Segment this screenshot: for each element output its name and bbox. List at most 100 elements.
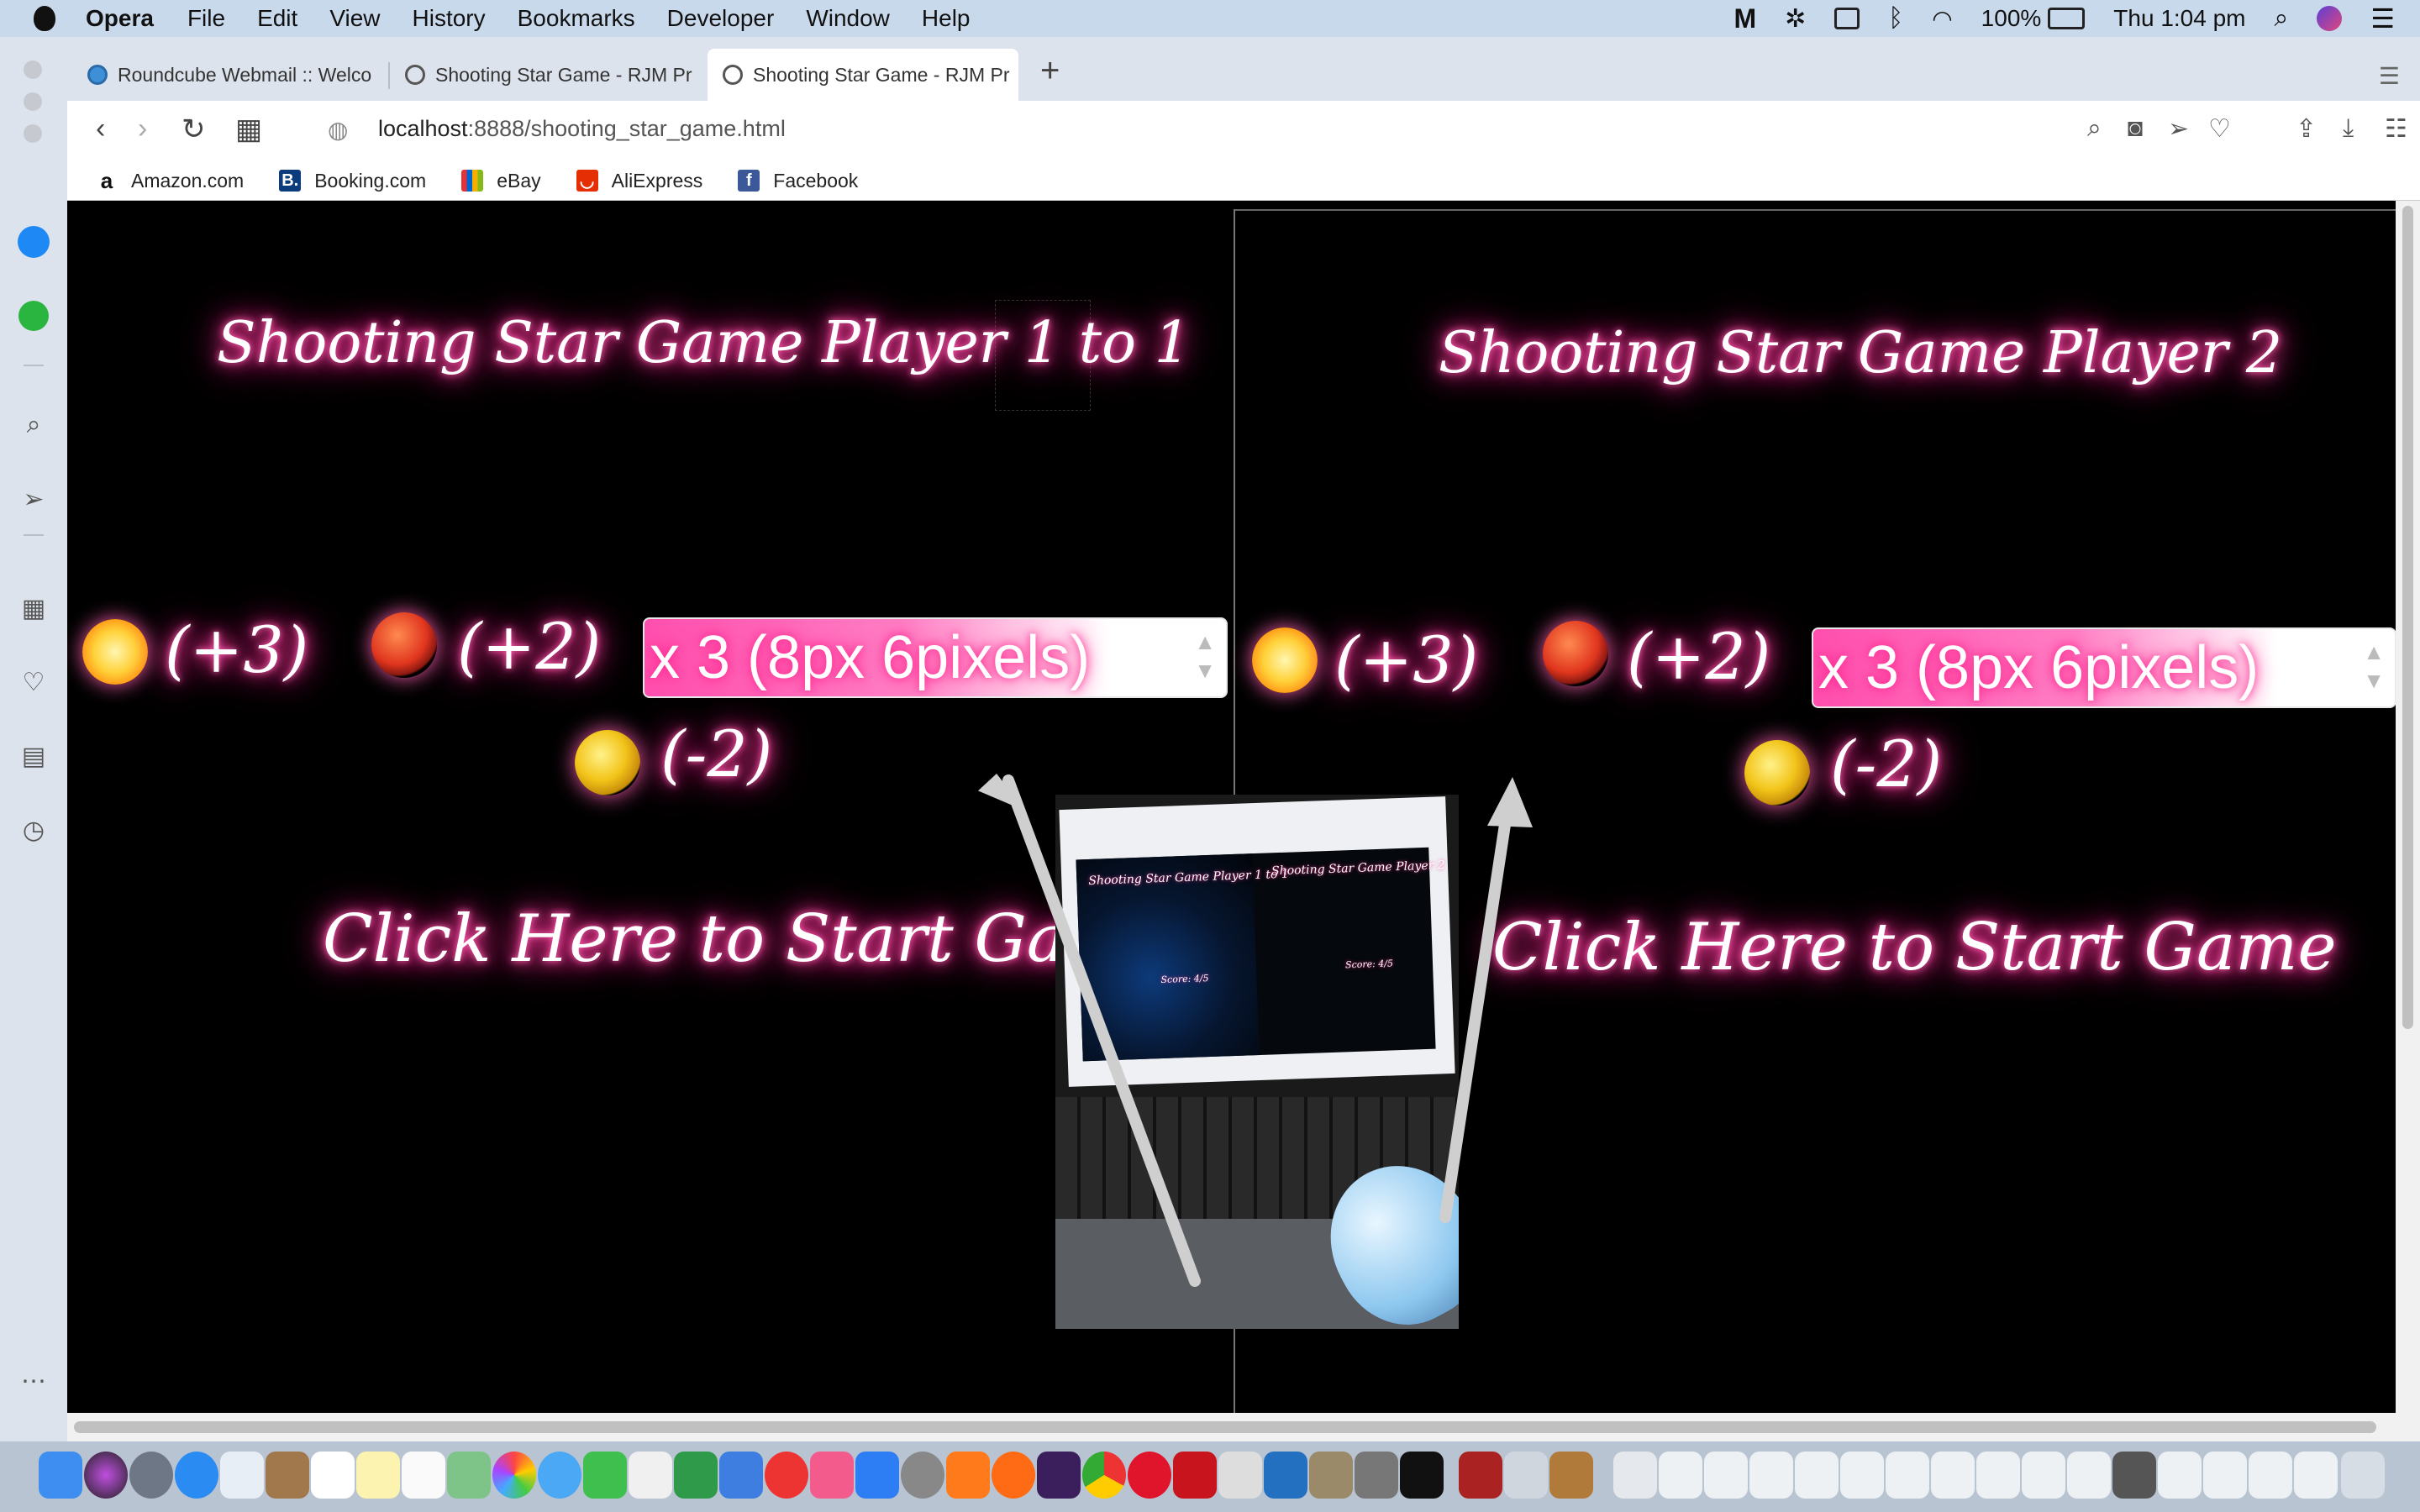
bookmark-aliexpress[interactable]: ◡ AliExpress bbox=[576, 170, 702, 192]
phpstorm-icon[interactable] bbox=[1037, 1452, 1081, 1499]
send-icon[interactable]: ➢ bbox=[2168, 114, 2189, 144]
menu-bookmarks[interactable]: Bookmarks bbox=[518, 5, 635, 32]
minimized-window-icon[interactable] bbox=[1886, 1452, 1929, 1499]
system-preferences-icon[interactable] bbox=[901, 1452, 944, 1499]
snapshot-camera-icon[interactable]: ◙ bbox=[2128, 114, 2143, 143]
filezilla-icon[interactable] bbox=[1173, 1452, 1217, 1499]
malwarebytes-icon[interactable]: M bbox=[1733, 3, 1756, 34]
back-button[interactable]: ‹ bbox=[96, 113, 105, 145]
airplay-icon[interactable] bbox=[1834, 8, 1860, 29]
minimized-window-icon[interactable] bbox=[1976, 1452, 2020, 1499]
launchpad-icon[interactable] bbox=[129, 1452, 173, 1499]
bookmark-booking[interactable]: B. Booking.com bbox=[279, 170, 426, 192]
window-zoom-button[interactable] bbox=[24, 124, 42, 143]
search-in-page-icon[interactable]: ⌕ bbox=[2087, 114, 2102, 143]
tabs-overview-icon[interactable]: ▦ bbox=[235, 113, 262, 146]
scrollbar-thumb[interactable] bbox=[2402, 206, 2413, 1029]
horizontal-scrollbar[interactable] bbox=[67, 1413, 2420, 1441]
minimized-window-icon[interactable] bbox=[2249, 1452, 2292, 1499]
minimized-window-icon[interactable] bbox=[2112, 1452, 2156, 1499]
whatsapp-icon[interactable] bbox=[17, 299, 50, 333]
window-close-button[interactable] bbox=[24, 60, 42, 79]
pages-icon[interactable] bbox=[629, 1452, 672, 1499]
reminders-icon[interactable] bbox=[402, 1452, 445, 1499]
minimized-window-icon[interactable] bbox=[1704, 1452, 1748, 1499]
opera-icon[interactable] bbox=[1128, 1452, 1171, 1499]
send-icon[interactable]: ➢ bbox=[17, 482, 50, 516]
minimized-window-icon[interactable] bbox=[2203, 1452, 2247, 1499]
tab-roundcube[interactable]: Roundcube Webmail :: Welco bbox=[72, 49, 375, 101]
terminal-icon[interactable] bbox=[1400, 1452, 1444, 1499]
preview-icon[interactable] bbox=[1504, 1452, 1548, 1499]
menu-history[interactable]: History bbox=[413, 5, 486, 32]
mamp-icon[interactable] bbox=[1264, 1452, 1307, 1499]
maps-icon[interactable] bbox=[447, 1452, 491, 1499]
menu-help[interactable]: Help bbox=[922, 5, 971, 32]
tab-menu-icon[interactable]: ☰ bbox=[2379, 62, 2400, 90]
messenger-icon[interactable] bbox=[17, 225, 50, 259]
sequel-pro-icon[interactable] bbox=[1218, 1452, 1262, 1499]
menu-window[interactable]: Window bbox=[806, 5, 890, 32]
reload-button[interactable]: ↻ bbox=[182, 113, 206, 146]
new-tab-button[interactable]: + bbox=[1040, 52, 1060, 90]
vertical-scrollbar[interactable] bbox=[2396, 201, 2420, 1413]
app-menu[interactable]: Opera bbox=[86, 5, 154, 32]
menu-developer[interactable]: Developer bbox=[667, 5, 775, 32]
bookmark-amazon[interactable]: a Amazon.com bbox=[96, 168, 244, 193]
minimized-window-icon[interactable] bbox=[1931, 1452, 1975, 1499]
minimized-window-icon[interactable] bbox=[1795, 1452, 1839, 1499]
calendar-icon[interactable] bbox=[311, 1452, 355, 1499]
search-icon[interactable]: ⌕ bbox=[17, 408, 50, 442]
music-icon[interactable] bbox=[810, 1452, 854, 1499]
siri-icon[interactable] bbox=[84, 1452, 128, 1499]
bookmark-heart-icon[interactable]: ♡ bbox=[2208, 114, 2231, 144]
dictionary-icon[interactable] bbox=[1459, 1452, 1502, 1499]
minimized-window-icon[interactable] bbox=[2022, 1452, 2065, 1499]
trash-icon[interactable] bbox=[2341, 1452, 2385, 1499]
siri-icon[interactable] bbox=[2317, 6, 2343, 31]
safari-icon[interactable] bbox=[175, 1452, 218, 1499]
menu-view[interactable]: View bbox=[329, 5, 380, 32]
easy-setup-icon[interactable]: ☷ bbox=[2385, 114, 2407, 144]
facetime-icon[interactable] bbox=[583, 1452, 627, 1499]
keynote-icon[interactable] bbox=[719, 1452, 763, 1499]
window-minimize-button[interactable] bbox=[24, 92, 42, 111]
url-field[interactable]: localhost:8888/shooting_star_game.html bbox=[378, 116, 786, 142]
contacts-icon[interactable] bbox=[266, 1452, 309, 1499]
gimp-icon[interactable] bbox=[1309, 1452, 1353, 1499]
tab-shooting-star-2[interactable]: Shooting Star Game - RJM Pr bbox=[708, 49, 1018, 101]
site-info-globe-icon[interactable]: ◍ bbox=[328, 116, 348, 144]
bookmark-facebook[interactable]: f Facebook bbox=[738, 170, 858, 192]
chrome-icon[interactable] bbox=[1082, 1452, 1126, 1499]
notification-center-icon[interactable]: ☰ bbox=[2370, 3, 2395, 34]
battery-percent[interactable]: 100% bbox=[1981, 5, 2042, 32]
speed-dial-icon[interactable]: ▦ bbox=[17, 591, 50, 625]
bookmark-ebay[interactable]: eBay bbox=[461, 170, 541, 192]
scrollbar-thumb[interactable] bbox=[74, 1421, 2376, 1433]
audacity-icon[interactable] bbox=[946, 1452, 990, 1499]
menu-file[interactable]: File bbox=[187, 5, 225, 32]
minimized-window-icon[interactable] bbox=[2158, 1452, 2202, 1499]
share-icon[interactable]: ⇪ bbox=[2296, 114, 2317, 144]
settings-gear-icon[interactable]: ✲ bbox=[1785, 4, 1806, 34]
minimized-window-icon[interactable] bbox=[1840, 1452, 1884, 1499]
apple-menu-icon[interactable] bbox=[34, 6, 55, 31]
clock[interactable]: Thu 1:04 pm bbox=[2113, 5, 2245, 32]
more-icon[interactable]: ⋯ bbox=[17, 1364, 50, 1398]
menu-edit[interactable]: Edit bbox=[257, 5, 297, 32]
wifi-icon[interactable]: ◠ bbox=[1932, 5, 1952, 33]
minimized-window-icon[interactable] bbox=[2294, 1452, 2338, 1499]
minimized-window-icon[interactable] bbox=[2067, 1452, 2111, 1499]
tab-shooting-star-1[interactable]: Shooting Star Game - RJM Pr bbox=[390, 49, 692, 101]
bookmarks-heart-icon[interactable]: ♡ bbox=[17, 665, 50, 699]
notes-icon[interactable] bbox=[356, 1452, 400, 1499]
spotlight-search-icon[interactable]: ⌕ bbox=[2275, 4, 2289, 33]
minimized-window-icon[interactable] bbox=[1659, 1452, 1702, 1499]
bluetooth-icon[interactable]: ᛒ bbox=[1888, 4, 1903, 33]
photos-icon[interactable] bbox=[492, 1452, 536, 1499]
utility-icon[interactable] bbox=[1355, 1452, 1398, 1499]
app-store-icon[interactable] bbox=[855, 1452, 899, 1499]
guitar-icon[interactable] bbox=[1549, 1452, 1593, 1499]
firefox-icon[interactable] bbox=[992, 1452, 1035, 1499]
document-stack-icon[interactable] bbox=[1613, 1452, 1657, 1499]
